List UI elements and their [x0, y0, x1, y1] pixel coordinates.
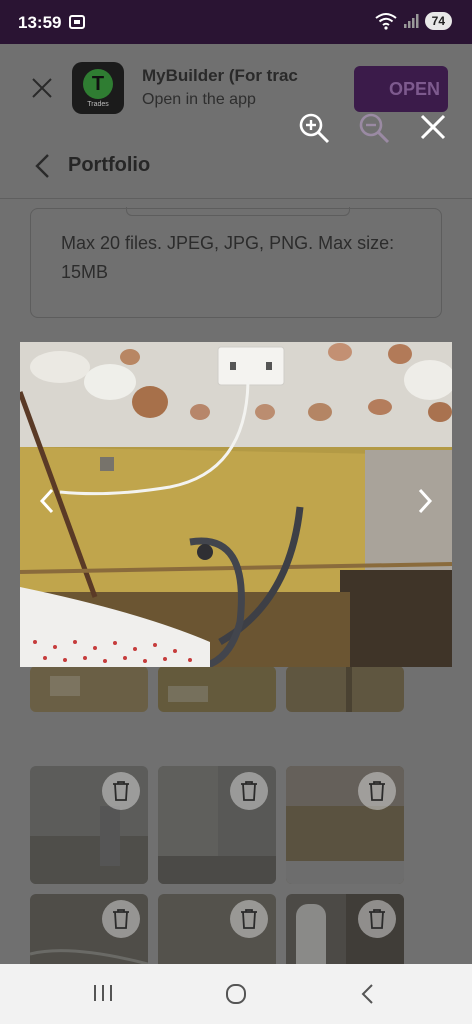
- photo-viewer[interactable]: [20, 342, 452, 667]
- trash-icon: [369, 909, 385, 929]
- status-time: 13:59: [18, 13, 62, 32]
- enlarged-photo: [20, 342, 452, 667]
- page-title: Portfolio: [68, 154, 151, 176]
- photo-thumbnail[interactable]: [30, 766, 148, 884]
- delete-photo-button[interactable]: [102, 900, 140, 938]
- screen-record-icon: [69, 15, 85, 29]
- page-header: Portfolio: [0, 140, 472, 199]
- upload-info-text: Max 20 files. JPEG, JPG, PNG. Max size: …: [61, 233, 395, 282]
- dimmed-page: T Trades MyBuilder (For trac Open in the…: [0, 44, 472, 964]
- app-logo: T Trades: [72, 62, 124, 114]
- wifi-icon: [375, 13, 397, 30]
- app-install-banner: T Trades MyBuilder (For trac Open in the…: [0, 44, 472, 140]
- delete-photo-button[interactable]: [358, 900, 396, 938]
- zoom-out-icon[interactable]: [356, 110, 392, 146]
- status-bar: 13:59 74: [0, 0, 472, 44]
- chevron-right-icon[interactable]: [414, 486, 436, 516]
- battery-indicator: 74: [424, 12, 452, 30]
- photo-thumbnail[interactable]: [286, 894, 404, 964]
- photo-thumbnail[interactable]: [30, 666, 148, 712]
- delete-photo-button[interactable]: [230, 900, 268, 938]
- trash-icon: [241, 909, 257, 929]
- photo-thumbnail[interactable]: [158, 766, 276, 884]
- delete-photo-button[interactable]: [358, 772, 396, 810]
- recent-apps-icon[interactable]: [92, 982, 114, 1004]
- app-logo-caption: Trades: [87, 101, 109, 108]
- photo-thumbnail[interactable]: [158, 894, 276, 964]
- signal-icon: [403, 14, 419, 28]
- open-app-button[interactable]: OPEN: [354, 66, 448, 112]
- home-icon[interactable]: [224, 982, 248, 1006]
- zoom-in-icon[interactable]: [296, 110, 332, 146]
- chevron-left-icon[interactable]: [36, 486, 58, 516]
- back-icon[interactable]: [358, 982, 378, 1006]
- photo-thumbnail[interactable]: [158, 666, 276, 712]
- delete-photo-button[interactable]: [102, 772, 140, 810]
- trash-icon: [113, 909, 129, 929]
- trash-icon: [113, 781, 129, 801]
- back-chevron-icon[interactable]: [32, 152, 52, 180]
- banner-close-icon[interactable]: [28, 74, 56, 102]
- trash-icon: [241, 781, 257, 801]
- banner-subtitle: Open in the app: [142, 91, 256, 108]
- app-logo-mark: T: [83, 69, 113, 99]
- photo-thumbnail[interactable]: [286, 766, 404, 884]
- photo-thumbnail[interactable]: [30, 894, 148, 964]
- banner-title: MyBuilder (For trac: [142, 66, 298, 85]
- trash-icon: [369, 781, 385, 801]
- system-nav-bar: [0, 964, 472, 1024]
- close-icon[interactable]: [416, 110, 450, 144]
- upload-dropzone[interactable]: Max 20 files. JPEG, JPG, PNG. Max size: …: [30, 207, 442, 318]
- upload-card-tab: [126, 207, 350, 216]
- delete-photo-button[interactable]: [230, 772, 268, 810]
- photo-thumbnail[interactable]: [286, 666, 404, 712]
